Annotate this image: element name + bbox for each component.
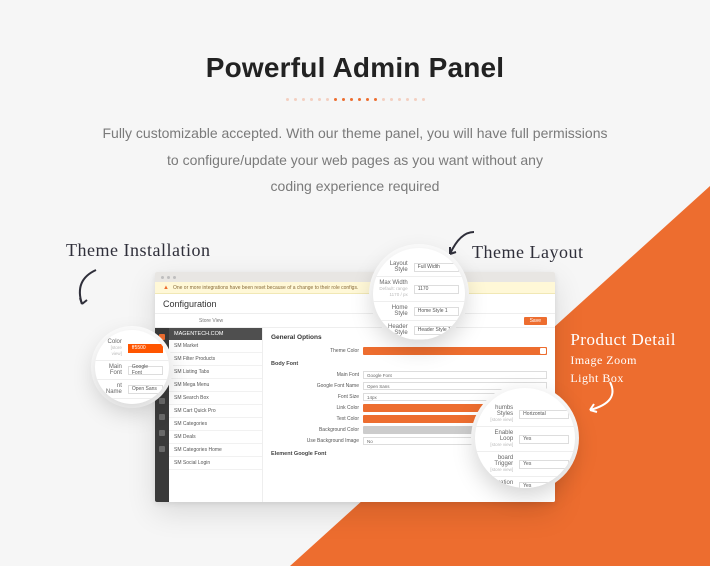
lens-row: Main FontGoogle Font <box>95 361 169 380</box>
side-header: MAGENTECH.COM <box>169 328 262 340</box>
lens-value[interactable]: Yes <box>519 435 569 444</box>
sidebar-item[interactable]: SM Social Login <box>169 457 262 470</box>
sidebar-item[interactable]: SM Mega Menu <box>169 379 262 392</box>
rail-icon[interactable] <box>159 398 165 404</box>
lens-value[interactable]: ff5500 <box>128 344 163 353</box>
arrow-layout <box>444 228 478 262</box>
lens-row: Enable Loop[store view]Yes <box>475 427 575 452</box>
lens-label: Max WidthDefault: range 1170 / px <box>379 280 414 298</box>
callout-label-layout: Theme Layout <box>472 242 583 263</box>
lens-label: humbs Styles[store view] <box>481 405 519 423</box>
lens-label: nt Name <box>101 383 128 395</box>
lens-row: Max WidthDefault: range 1170 / px1170 <box>373 277 465 302</box>
config-title: Configuration <box>163 299 217 309</box>
subtitle-line: to configure/update your web pages as yo… <box>167 152 543 168</box>
field-label: Font Size <box>271 394 363 400</box>
page-title: Powerful Admin Panel <box>0 52 710 84</box>
subtitle-line: coding experience required <box>271 178 440 194</box>
callout-label-detail: Product Detail Image Zoom Light Box <box>570 330 676 386</box>
arrow-install <box>72 268 112 308</box>
sidebar-item[interactable]: SM Cart Quick Pro <box>169 405 262 418</box>
callout-label-install: Theme Installation <box>66 240 210 261</box>
lens-row: Layout StyleFull Width <box>373 258 465 277</box>
text-field[interactable]: Google Font <box>363 371 547 379</box>
lens-value[interactable]: 1170 <box>414 285 459 294</box>
sidebar-item[interactable]: SM Deals <box>169 431 262 444</box>
lens-row: Color[store view]ff5500 <box>95 336 169 361</box>
lens-label: Layout Style <box>379 261 414 273</box>
lens-label: Enable Loop[store view] <box>481 430 519 448</box>
config-subbar: Store View Save <box>155 314 555 328</box>
field-label: Use Background Image <box>271 438 363 444</box>
sidebar-item[interactable]: SM Filter Products <box>169 353 262 366</box>
window-titlebar <box>155 272 555 282</box>
lens-value[interactable]: Full Width <box>414 263 459 272</box>
admin-screenshot-stage: ▲ One or more integrations have been res… <box>155 272 555 502</box>
sidebar-item[interactable]: SM Categories <box>169 418 262 431</box>
lens-row: humbs Styles[store view]Horizontal <box>475 402 575 427</box>
rail-icon[interactable] <box>159 446 165 452</box>
lens-value[interactable]: Home Style 1 <box>414 307 459 316</box>
hero-subtitle: Fully customizable accepted. With our th… <box>65 120 645 200</box>
warning-text: One or more integrations have been reset… <box>173 285 358 291</box>
lens-label: Home Style <box>379 305 414 317</box>
config-row: Google Font NameOpen Sans <box>271 382 547 390</box>
lens-theme-layout: Layout StyleFull WidthMax WidthDefault: … <box>373 248 465 340</box>
lens-value[interactable]: Google Font <box>128 366 163 375</box>
rail-icon[interactable] <box>159 414 165 420</box>
lens-value[interactable]: Open Sans <box>128 385 163 394</box>
config-row: Main FontGoogle Font <box>271 371 547 379</box>
group-title: Body Font <box>271 361 547 367</box>
field-label: Link Color <box>271 405 363 411</box>
lens-product-detail: humbs Styles[store view]HorizontalEnable… <box>475 388 575 488</box>
field-label: Main Font <box>271 372 363 378</box>
lens-row: Home StyleHome Style 1 <box>373 302 465 321</box>
warning-banner: ▲ One or more integrations have been res… <box>155 282 555 294</box>
arrow-detail <box>582 380 622 420</box>
field-label: Theme Color <box>271 348 363 354</box>
field-label: Text Color <box>271 416 363 422</box>
store-view-label: Store View <box>199 318 223 324</box>
lens-value[interactable]: Yes <box>519 460 569 469</box>
lens-label: Main Font <box>101 364 128 376</box>
sidebar-item[interactable]: SM Market <box>169 340 262 353</box>
rail-icon[interactable] <box>159 430 165 436</box>
warning-icon: ▲ <box>163 285 169 291</box>
field-label: Background Color <box>271 427 363 433</box>
sidebar-item[interactable]: SM Categories Home <box>169 444 262 457</box>
theme-color-swatch[interactable] <box>363 347 547 355</box>
sidebar-item[interactable]: SM Listing Tabs <box>169 366 262 379</box>
admin-side-nav: MAGENTECH.COM SM MarketSM Filter Product… <box>169 328 263 502</box>
lens-label: Color[store view] <box>101 339 128 357</box>
field-label: Google Font Name <box>271 383 363 389</box>
rail-icon[interactable] <box>159 334 165 340</box>
lens-label: board Trigger[store view] <box>481 455 519 473</box>
config-header: Configuration <box>155 294 555 314</box>
subtitle-line: Fully customizable accepted. With our th… <box>102 125 607 141</box>
lens-value[interactable]: Horizontal <box>519 410 569 419</box>
lens-row: board Trigger[store view]Yes <box>475 452 575 477</box>
decorative-dots <box>0 98 710 104</box>
callout-detail-sub: Image Zoom <box>570 352 676 368</box>
hero-section: Powerful Admin Panel Fully customizable … <box>0 0 710 200</box>
lens-theme-install: Color[store view]ff5500Main FontGoogle F… <box>95 330 169 404</box>
callout-detail-title: Product Detail <box>570 330 676 349</box>
save-button[interactable]: Save <box>524 317 547 325</box>
sidebar-item[interactable]: SM Search Box <box>169 392 262 405</box>
